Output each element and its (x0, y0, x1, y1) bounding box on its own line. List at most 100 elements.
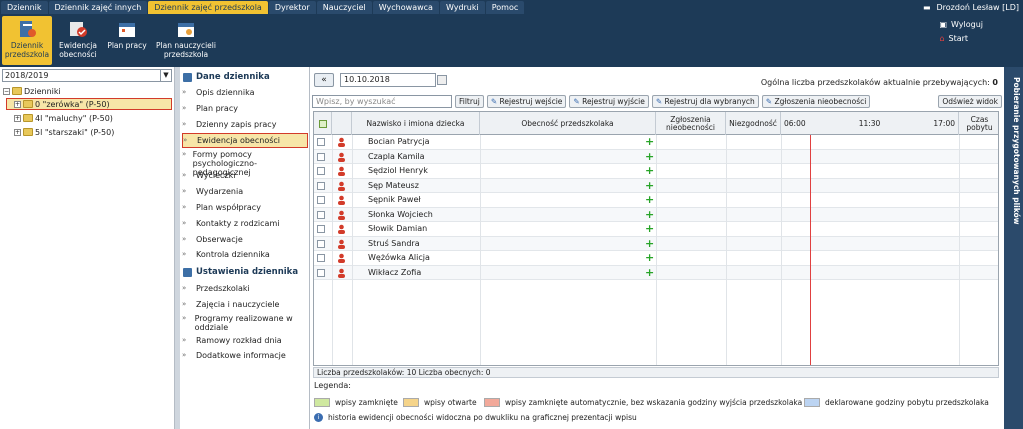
kindergarten-journal-button[interactable]: Dziennik przedszkola (2, 16, 52, 65)
menu-item[interactable]: » Kontakty z rodzicami (182, 219, 308, 228)
menu-section-journal-data: Dane dziennika (183, 72, 270, 82)
column-header-timeline: 06:00 11:30 17:00 (781, 112, 959, 135)
folder-icon (12, 87, 22, 95)
column-header-name[interactable]: Nazwisko i imiona dziecka (352, 112, 480, 135)
menu-item[interactable]: » Obserwacje (182, 235, 308, 244)
menu-item[interactable]: » Plan pracy (182, 104, 308, 113)
child-name: Struś Sandra (368, 238, 420, 248)
absence-reports-button[interactable]: ✎ Zgłoszenia nieobecności (761, 94, 871, 108)
expand-icon[interactable]: + (14, 100, 21, 108)
child-icon (338, 137, 345, 147)
column-header-discrepancy: Niezgodność (726, 112, 781, 135)
menu-item[interactable]: » Programy realizowane w oddziale (182, 314, 308, 332)
year-select[interactable]: 2018/2019 ▼ (2, 69, 172, 82)
tab-dziennik-zajec-przedszkola[interactable]: Dziennik zajęć przedszkola (148, 1, 268, 14)
tab-pomoc[interactable]: Pomoc (485, 1, 525, 14)
menu-item[interactable]: » Dodatkowe informacje (182, 351, 308, 360)
folder-icon (23, 128, 33, 136)
expand-icon[interactable]: + (14, 114, 21, 122)
menu-item[interactable]: » Wydarzenia (182, 187, 308, 196)
child-name: Słowik Damian (368, 224, 428, 233)
home-icon: ⌂ (939, 34, 945, 43)
menu-item[interactable]: » Wycieczki (182, 171, 308, 180)
add-presence-icon[interactable]: + (645, 252, 654, 263)
menu-item[interactable]: » Dzienny zapis pracy (182, 120, 308, 129)
child-icon (338, 181, 345, 191)
tree-group-zerowka[interactable]: +0 "zerówka" (P-50) (6, 98, 172, 110)
calendar-icon[interactable] (437, 74, 447, 85)
add-presence-icon[interactable]: + (645, 223, 654, 234)
date-input[interactable]: 10.10.2018 (340, 72, 447, 87)
tab-wydruki[interactable]: Wydruki (439, 1, 485, 14)
tab-nauczyciel[interactable]: Nauczyciel (316, 1, 372, 14)
add-presence-icon[interactable]: + (645, 165, 654, 176)
expand-icon[interactable]: + (14, 128, 21, 136)
tab-wychowawca[interactable]: Wychowawca (372, 1, 439, 14)
menu-item[interactable]: » Opis dziennika (182, 88, 308, 97)
row-checkbox[interactable] (317, 181, 325, 190)
register-entry-button[interactable]: ✎ Rejestruj wejście (486, 94, 567, 108)
downloads-panel-toggle[interactable]: Pobieranie przygotowanych plików (1004, 67, 1023, 429)
row-checkbox[interactable] (317, 152, 325, 161)
pencil-icon: ✎ (655, 96, 663, 106)
tab-dziennik[interactable]: Dziennik (1, 1, 48, 14)
user-name[interactable]: Drozdoń Lesław [LD] (937, 0, 1019, 15)
filter-button[interactable]: Filtruj (455, 94, 484, 108)
add-presence-icon[interactable]: + (645, 267, 654, 278)
row-checkbox[interactable] (317, 268, 325, 277)
tab-dyrektor[interactable]: Dyrektor (268, 1, 316, 14)
action-toolbar: Wpisz, by wyszukać Filtruj ✎ Rejestruj w… (312, 94, 1002, 108)
message-icon[interactable]: ▬ (923, 0, 931, 15)
register-exit-button[interactable]: ✎ Rejestruj wyjście (569, 94, 649, 108)
register-selected-button[interactable]: ✎ Rejestruj dla wybranych (651, 94, 759, 108)
legend-swatch (314, 398, 330, 407)
add-presence-icon[interactable]: + (645, 136, 654, 147)
row-checkbox[interactable] (317, 138, 325, 146)
row-checkbox[interactable] (317, 210, 325, 219)
grid-header: Nazwisko i imiona dziecka Obecność przed… (314, 112, 998, 135)
teacher-plan-button[interactable]: Plan nauczycieli przedszkola (153, 16, 219, 65)
row-checkbox[interactable] (317, 167, 325, 175)
collapse-icon[interactable]: − (3, 87, 10, 95)
add-presence-icon[interactable]: + (645, 238, 654, 249)
child-icon (338, 195, 345, 205)
add-presence-icon[interactable]: + (645, 180, 654, 191)
menu-item[interactable]: » Plan współpracy (182, 203, 308, 212)
work-plan-button[interactable]: Plan pracy (104, 16, 150, 65)
menu-item[interactable]: » Kontrola dziennika (182, 250, 308, 259)
refresh-view-button[interactable]: Odśwież widok (938, 94, 1002, 108)
column-header-absence-reports: Zgłoszenia nieobecności (656, 112, 726, 135)
menu-item[interactable]: » Ramowy rozkład dnia (182, 336, 308, 345)
grid-divider (656, 135, 657, 365)
child-icon (338, 210, 345, 220)
row-checkbox[interactable] (317, 254, 325, 262)
row-checkbox[interactable] (317, 225, 325, 233)
add-presence-icon[interactable]: + (645, 151, 654, 162)
tree-group-maluchy[interactable]: +4l "maluchy" (P-50) (14, 112, 113, 124)
child-name: Wężówka Alicja (368, 253, 430, 262)
tab-dziennik-zajec-innych[interactable]: Dziennik zajęć innych (48, 1, 148, 14)
logout-link[interactable]: ▣ Wyloguj (939, 18, 983, 32)
menu-item[interactable]: » Zajęcia i nauczyciele (182, 300, 308, 309)
legend-closed: wpisy zamknięte (314, 398, 398, 407)
row-checkbox[interactable] (317, 196, 325, 204)
select-all-checkbox[interactable] (314, 112, 332, 135)
attendance-button[interactable]: Ewidencja obecności (55, 16, 101, 65)
child-name: Bocian Patrycja (368, 137, 430, 146)
row-checkbox[interactable] (317, 239, 325, 248)
search-input[interactable]: Wpisz, by wyszukać (312, 94, 452, 108)
tree-root[interactable]: − Dzienniki (3, 85, 61, 97)
start-link[interactable]: ⌂ Start (939, 32, 983, 46)
add-presence-icon[interactable]: + (645, 194, 654, 205)
lock-icon: ▣ (939, 20, 947, 29)
previous-day-button[interactable]: « (314, 72, 334, 87)
attendance-grid: Nazwisko i imiona dziecka Obecność przed… (313, 111, 999, 366)
book-icon (183, 72, 192, 82)
child-name: Sędziol Henryk (368, 166, 428, 175)
add-presence-icon[interactable]: + (645, 209, 654, 220)
menu-item[interactable]: » Przedszkolaki (182, 284, 308, 293)
menu-item-attendance[interactable]: » Ewidencja obecności (182, 133, 308, 148)
user-area: ▬ Drozdoń Lesław [LD] (923, 0, 1019, 15)
legend-swatch (804, 398, 820, 407)
tree-group-starszaki[interactable]: +5l "starszaki" (P-50) (14, 126, 114, 138)
